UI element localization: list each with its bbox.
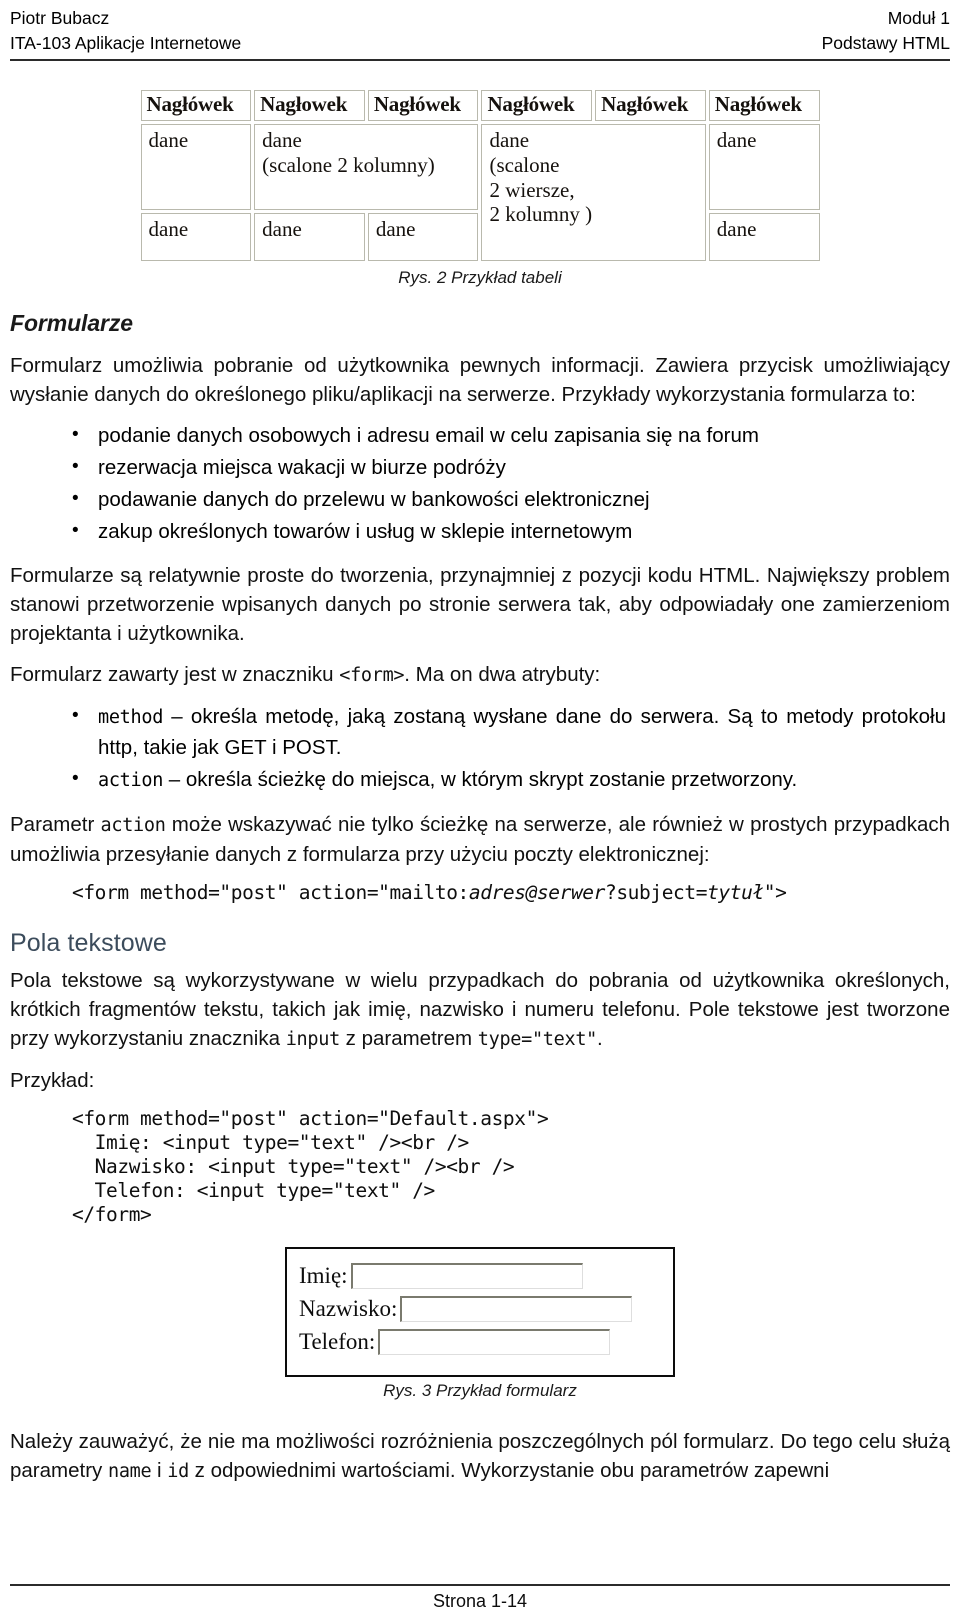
table-header-row: Nagłówek Nagłowek Nagłówek Nagłówek Nagł… [140, 90, 820, 121]
section-heading-text-fields: Pola tekstowe [10, 929, 167, 957]
list-form-attributes: method – określa metodę, jaką zostaną wy… [10, 701, 950, 796]
cell-text-line-2: (scalone [489, 152, 560, 177]
form-label-imie: Imię: [299, 1263, 348, 1288]
cell-text-line-1: dane [489, 128, 530, 152]
code-fragment: ?subject= [605, 881, 708, 904]
paragraph-forms-simplicity: Formularze są relatywnie proste do tworz… [10, 564, 950, 645]
list-item: rezerwacja miejsca wakacji w biurze podr… [72, 452, 950, 483]
cell-text-line-3: 2 wiersze, [489, 177, 575, 202]
code-block-mailto: <form method="post" action="mailto:adres… [10, 881, 950, 905]
cell-text-line-2: (scalone 2 kolumny) [262, 152, 435, 177]
rendered-form-preview: Imię: Nazwisko: Telefon: [285, 1247, 675, 1377]
inline-code-name: name [107, 1461, 152, 1482]
code-fragment-italic-title: tytuł [707, 881, 764, 904]
paragraph-final: Należy zauważyć, że nie ma możliwości ro… [10, 1427, 950, 1486]
text-fragment: Parametr [10, 813, 101, 836]
header-row-bottom: ITA-103 Aplikacje Internetowe Podstawy H… [10, 31, 950, 56]
text-fragment: – określa metodę, jaką zostaną wysłane d… [98, 705, 946, 759]
inline-code-method: method [98, 707, 164, 728]
table-header-cell-3: Nagłówek [367, 90, 479, 121]
figure-form-screenshot: Imię: Nazwisko: Telefon: [10, 1247, 950, 1377]
table-header-cell-6: Nagłówek [708, 90, 820, 121]
list-item: podanie danych osobowych i adresu email … [72, 420, 950, 451]
text-fragment: – określa ścieżkę do miejsca, w którym s… [163, 768, 798, 791]
paragraph-action-param: Parametr action może wskazywać nie tylko… [10, 810, 950, 869]
table-cell-data-b: dane [708, 124, 820, 210]
form-input-nazwisko[interactable] [400, 1296, 633, 1322]
table-cell-data-a: dane [140, 124, 252, 210]
text-fragment: i [151, 1459, 168, 1482]
paragraph-text-fields: Pola tekstowe są wykorzystywane w wielu … [10, 966, 950, 1054]
list-item: podawanie danych do przelewu w bankowośc… [72, 484, 950, 515]
code-line: Telefon: <input type="text" /> [72, 1179, 436, 1202]
table-cell-merged-2rows-2cols: dane (scalone 2 wiersze, 2 kolumny ) [481, 124, 706, 261]
code-fragment-italic-address: adres@serwer [468, 881, 605, 904]
inline-code-type-text: type="text" [477, 1029, 598, 1050]
text-fragment: . Ma on dwa atrybuty: [404, 663, 601, 686]
code-line: <form method="post" action="mailto:adres… [72, 881, 950, 905]
inline-code-input: input [285, 1029, 341, 1050]
table-row: dane dane (scalone 2 kolumny) dane (scal… [140, 124, 820, 261]
text-fragment: . [597, 1027, 603, 1050]
list-examples: podanie danych osobowych i adresu email … [10, 420, 950, 547]
cell-text-line-1: dane [262, 128, 302, 152]
list-item: zakup określonych towarów i usług w skle… [72, 516, 950, 547]
code-line: </form> [72, 1203, 152, 1226]
example-table-head: Nagłówek Nagłowek Nagłówek Nagłówek Nagł… [140, 90, 820, 121]
form-input-imie[interactable] [350, 1263, 583, 1289]
header-row-top: Piotr Bubacz Moduł 1 [10, 6, 950, 31]
footer-page-number: Strona 1-14 [432, 1591, 528, 1611]
code-line: <form method="post" action="Default.aspx… [72, 1107, 549, 1130]
table-row: dane dane dane dane [140, 213, 820, 261]
table-cell-data-f: dane [708, 213, 820, 261]
text-fragment: Formularz zawarty jest w znaczniku [10, 663, 340, 686]
table-header-cell-5: Nagłówek [595, 90, 706, 121]
inline-code-id: id [167, 1461, 189, 1482]
document-page: Piotr Bubacz Moduł 1 ITA-103 Aplikacje I… [0, 0, 960, 1622]
figure-caption-table: Rys. 2 Przykład tabeli [398, 268, 562, 287]
code-block-form-example: <form method="post" action="Default.aspx… [10, 1107, 950, 1227]
table-header-cell-2: Nagłowek [254, 90, 365, 121]
header-topic: Podstawy HTML [821, 33, 950, 53]
figure-caption-form: Rys. 3 Przykład formularz [383, 1381, 577, 1400]
table-cell-data-c: dane [140, 213, 252, 261]
table-header-cell-1: Nagłówek [140, 90, 252, 121]
code-line: Imię: <input type="text" /><br /> [72, 1131, 470, 1154]
table-cell-data-e: dane [367, 213, 479, 261]
form-label-nazwisko: Nazwisko: [299, 1296, 398, 1321]
code-fragment: "> [763, 881, 787, 904]
text-fragment: z parametrem [339, 1027, 478, 1050]
header-author: Piotr Bubacz [10, 8, 110, 28]
header-course: ITA-103 Aplikacje Internetowe [10, 33, 242, 53]
table-header-cell-4: Nagłówek [481, 90, 593, 121]
footer-divider [10, 1584, 950, 1586]
example-table-body: dane dane (scalone 2 kolumny) dane (scal… [140, 124, 820, 261]
header-module: Moduł 1 [887, 8, 950, 28]
form-label-telefon: Telefon: [299, 1329, 376, 1354]
inline-code-action: action [98, 770, 164, 791]
document-header: Piotr Bubacz Moduł 1 ITA-103 Aplikacje I… [10, 0, 950, 61]
document-footer: Strona 1-14 [10, 1584, 950, 1612]
paragraph-intro: Formularz umożliwia pobranie od użytkown… [10, 354, 950, 406]
table-cell-data-d: dane [254, 213, 365, 261]
cell-text-line-4: 2 kolumny ) [489, 202, 593, 227]
list-item: action – określa ścieżkę do miejsca, w k… [72, 764, 950, 796]
code-line: Nazwisko: <input type="text" /><br /> [72, 1155, 515, 1178]
form-input-telefon[interactable] [378, 1329, 611, 1355]
code-fragment: <form method="post" action="mailto: [72, 881, 469, 904]
inline-code-action-param: action [100, 815, 166, 836]
figure-table-screenshot: Nagłówek Nagłowek Nagłówek Nagłówek Nagł… [10, 87, 950, 264]
text-fragment: z odpowiednimi wartościami. Wykorzystani… [188, 1459, 830, 1482]
example-table: Nagłówek Nagłowek Nagłówek Nagłówek Nagł… [137, 87, 823, 264]
form-row-nazwisko: Nazwisko: [299, 1296, 661, 1322]
header-divider [10, 59, 950, 61]
table-cell-merged-2cols: dane (scalone 2 kolumny) [254, 124, 479, 210]
label-example: Przykład: [10, 1069, 95, 1092]
form-row-imie: Imię: [299, 1263, 661, 1289]
inline-code-form-tag: <form> [339, 665, 405, 686]
list-item: method – określa metodę, jaką zostaną wy… [72, 701, 950, 763]
page-title: Formularze [10, 310, 133, 336]
form-row-telefon: Telefon: [299, 1329, 661, 1355]
paragraph-form-tag: Formularz zawarty jest w znaczniku <form… [10, 660, 950, 690]
